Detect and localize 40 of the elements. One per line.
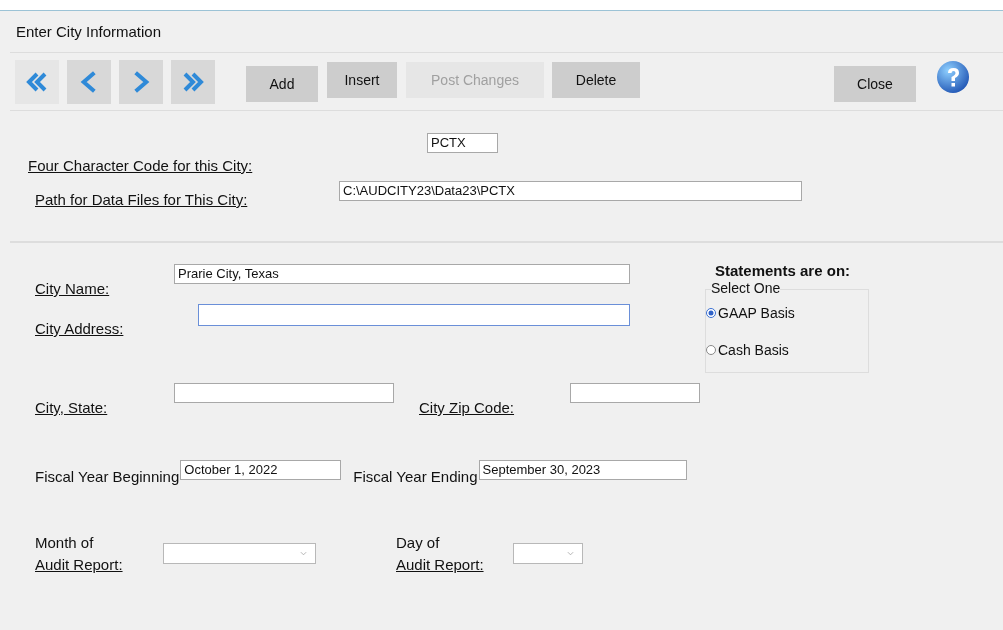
dropdown[interactable] [163,543,316,564]
toolbar-button[interactable]: Add [246,66,318,102]
input-field[interactable]: Prarie City, Texas [174,264,630,284]
caret-icon [567,551,574,556]
field-label: City, State: [35,399,109,416]
field-label: City Zip Code: [419,399,516,416]
field-label: Path for Data Files for This City: [35,191,249,208]
group-heading: Statements are on: [715,262,852,279]
group-label: Select One [711,281,781,296]
toolbar-button[interactable]: Insert [327,62,397,98]
input-field[interactable]: September 30, 2023 [478,460,687,480]
nav-button[interactable] [119,60,163,104]
double-chevron-icon [181,70,205,94]
nav-button[interactable] [67,60,111,104]
nav-button[interactable] [171,60,215,104]
dropdown[interactable] [513,543,583,564]
input-field[interactable]: C:\AUDCITY23\Data23\PCTX [339,181,802,201]
radio-option[interactable]: Cash Basis [706,331,868,368]
radio-option[interactable]: GAAP Basis [706,294,868,331]
help-icon[interactable] [936,60,970,94]
window-title: Enter City Information [16,23,162,40]
caret-icon [300,551,307,556]
input-field[interactable] [570,383,700,403]
field-label: Audit Report: [396,555,485,575]
double-chevron-icon [25,70,49,94]
field-label: City Address: [35,320,125,337]
field-label: Four Character Code for this City: [28,157,254,174]
toolbar-button[interactable]: Delete [552,62,640,98]
input-field[interactable] [198,304,630,326]
input-field[interactable]: PCTX [427,133,498,153]
field-label: Day of [396,533,441,553]
field-label: Fiscal Year Ending [353,468,478,485]
field-label: City Name: [35,280,111,297]
nav-button[interactable] [15,60,59,104]
input-field[interactable] [174,383,394,403]
close-button[interactable]: Close [834,66,916,102]
field-label: Audit Report: [35,555,124,575]
input-field[interactable]: October 1, 2022 [180,460,342,480]
field-label: Month of [35,533,95,553]
field-label: Fiscal Year Beginning [35,468,180,485]
